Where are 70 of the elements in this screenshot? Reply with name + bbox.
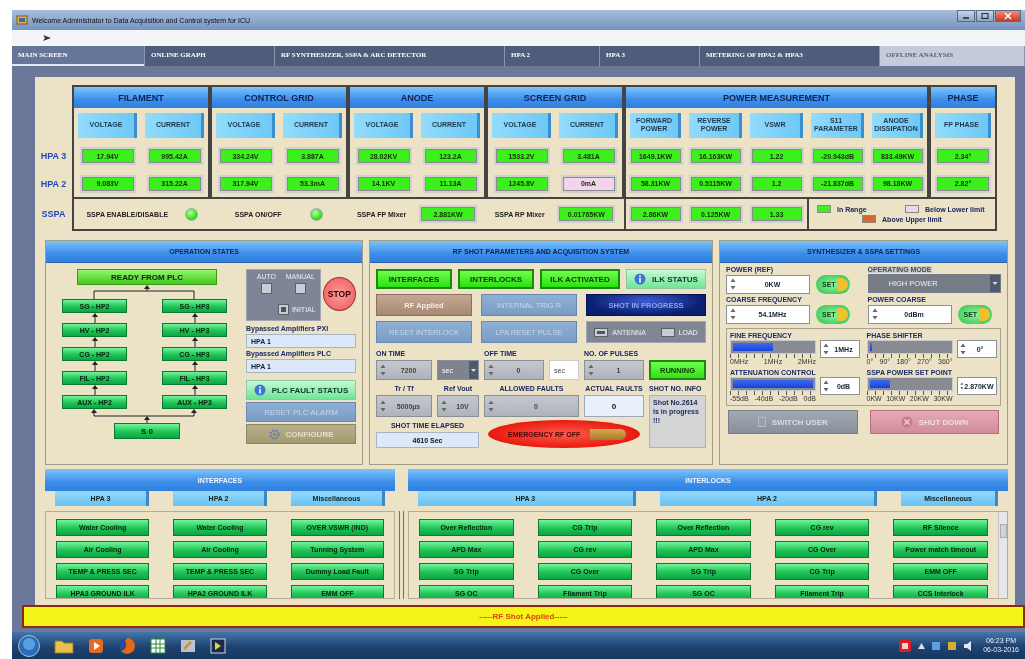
row-label: SSPA: [40, 208, 67, 221]
stop-button[interactable]: STOP: [322, 277, 356, 311]
option-box[interactable]: [594, 327, 609, 337]
close-button[interactable]: [995, 10, 1021, 22]
spreadsheet-icon[interactable]: [150, 637, 166, 654]
flow-arrow: [90, 337, 99, 347]
button[interactable]: INTERLOCKS: [458, 269, 534, 289]
spinner-icon[interactable]: [488, 363, 494, 377]
option-box[interactable]: [660, 327, 675, 337]
spinner-icon[interactable]: [823, 342, 829, 356]
start-button[interactable]: [18, 634, 40, 657]
settings-icon: [268, 428, 280, 440]
spinner-icon[interactable]: [823, 379, 829, 393]
alert-icon[interactable]: [898, 638, 913, 653]
media-player-icon[interactable]: [88, 637, 104, 654]
close-icon: [1003, 12, 1013, 20]
slider-track[interactable]: [730, 340, 816, 354]
row-label: HPA 3: [39, 150, 68, 163]
group-header: PHASE: [929, 85, 997, 108]
slider-track[interactable]: [866, 340, 953, 354]
spinner-icon[interactable]: [959, 342, 966, 356]
flow-arrow: [190, 385, 199, 395]
button[interactable]: PLC FAULT STATUS: [246, 380, 356, 400]
flow-arrow: [90, 361, 99, 371]
info-icon: [634, 273, 647, 285]
flow-arrow: [90, 313, 99, 323]
numeric-field: 0: [584, 395, 644, 417]
flow-arrow: [190, 313, 199, 323]
row-label: HPA 2: [39, 177, 68, 191]
spinner-icon[interactable]: [871, 307, 878, 321]
app-icon[interactable]: [210, 637, 226, 654]
checkbox[interactable]: [277, 303, 289, 315]
spinner-icon[interactable]: [730, 277, 736, 291]
scrollbar[interactable]: [998, 512, 1007, 598]
group-header: POWER MEASUREMENT: [624, 85, 929, 108]
close-icon: [900, 416, 913, 428]
volume-icon[interactable]: [963, 640, 974, 651]
checkbox[interactable]: [294, 283, 306, 294]
status-message: -----RF Shot Applied-----: [479, 612, 568, 621]
button[interactable]: INTERFACES: [376, 269, 452, 289]
flow-arrow: [190, 337, 199, 347]
status-indicator: S 0: [114, 423, 180, 439]
maximize-icon: [980, 12, 990, 20]
status-indicator: READY FROM PLC: [77, 269, 217, 285]
slider-track[interactable]: [866, 377, 953, 391]
browser-icon[interactable]: [118, 636, 136, 655]
arrow-up-icon[interactable]: [918, 642, 926, 649]
spinner-icon[interactable]: [488, 399, 494, 413]
tool-icon[interactable]: [180, 637, 196, 654]
maximize-button[interactable]: [976, 10, 994, 22]
group-header: ANODE: [348, 85, 486, 108]
info-icon: [253, 384, 266, 396]
folder-icon[interactable]: [54, 637, 74, 654]
spinner-icon[interactable]: [380, 399, 386, 413]
group-header: CONTROL GRID: [210, 85, 348, 108]
spinner-icon[interactable]: [380, 363, 386, 377]
button[interactable]: ILK ACTIVATED: [540, 269, 620, 289]
group-header: SCREEN GRID: [486, 85, 624, 108]
checkbox[interactable]: [260, 283, 272, 294]
flow-arrow: [90, 385, 99, 395]
spinner-icon[interactable]: [730, 307, 736, 321]
run-arrow-icon[interactable]: [42, 33, 52, 43]
spinner-icon[interactable]: [441, 399, 447, 413]
window-icon: [16, 14, 28, 26]
minimize-button[interactable]: [957, 10, 975, 22]
group-header: FILAMENT: [72, 85, 210, 108]
button[interactable]: ILK STATUS: [626, 269, 706, 289]
spinner-icon[interactable]: [588, 363, 594, 377]
flow-arrow: [190, 361, 199, 371]
square-icon: [757, 417, 766, 427]
